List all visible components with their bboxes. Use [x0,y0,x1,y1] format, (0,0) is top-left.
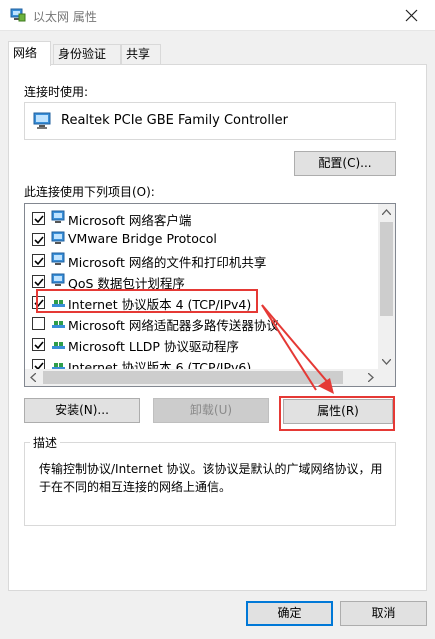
vertical-scroll-thumb[interactable] [380,222,393,316]
list-item[interactable]: Microsoft 网络的文件和打印机共享 [25,250,380,271]
protocol-icon [51,336,66,354]
list-item-label: Microsoft 网络适配器多路传送器协议 [68,318,279,333]
close-button[interactable] [389,0,435,31]
protocol-icon [51,315,66,333]
checkbox[interactable] [32,233,45,246]
tab-label: 共享 [126,47,151,61]
adapter-box: Realtek PCIe GBE Family Controller [24,102,396,140]
network-client-icon [51,252,66,270]
tab-label: 网络 [13,46,38,60]
uninstall-button[interactable]: 卸载(U) [153,398,269,423]
checkbox[interactable] [32,275,45,288]
list-item[interactable]: VMware Bridge Protocol [25,229,380,250]
window-title: 以太网 属性 [33,10,97,24]
description-group: 传输控制协议/Internet 协议。该协议是默认的广域网络协议，用于在不同的相… [24,442,396,526]
list-item[interactable]: Microsoft LLDP 协议驱动程序 [25,334,380,355]
checkbox[interactable] [32,254,45,267]
properties-highlight-box [279,396,395,431]
network-client-icon [51,210,66,228]
install-button[interactable]: 安装(N)... [24,398,140,423]
scroll-up-arrow-icon[interactable] [382,209,391,215]
close-icon [405,9,418,22]
tab-network[interactable]: 网络 [8,41,51,66]
checkbox[interactable] [32,338,45,351]
list-item[interactable]: Microsoft 网络适配器多路传送器协议 [25,313,380,334]
description-legend: 描述 [30,434,61,451]
list-item-label: VMware Bridge Protocol [68,231,217,246]
checkbox[interactable] [32,317,45,330]
network-icon [10,7,26,23]
scroll-left-arrow-icon[interactable] [30,373,36,382]
horizontal-scroll-thumb[interactable] [43,371,343,384]
network-client-icon [51,231,66,249]
cancel-button[interactable]: 取消 [340,601,427,626]
list-item-label: Microsoft 网络客户端 [68,213,192,228]
title-bar: 以太网 属性 [0,0,435,31]
configure-button[interactable]: 配置(C)... [294,151,396,176]
ok-button[interactable]: 确定 [246,601,333,626]
description-text: 传输控制协议/Internet 协议。该协议是默认的广域网络协议，用于在不同的相… [39,462,383,494]
tab-authentication[interactable]: 身份验证 [53,44,121,65]
tab-label: 身份验证 [58,47,107,61]
connect-using-label: 连接时使用: [24,85,89,99]
network-adapter-icon [33,112,53,133]
horizontal-scrollbar[interactable] [25,369,380,386]
checkbox[interactable] [32,212,45,225]
list-item-label: Microsoft LLDP 协议驱动程序 [68,339,239,354]
tab-sharing[interactable]: 共享 [121,44,161,65]
list-item[interactable]: Microsoft 网络客户端 [25,208,380,229]
scroll-down-arrow-icon[interactable] [382,359,391,365]
ipv4-highlight-box [36,289,258,313]
items-label: 此连接使用下列项目(O): [24,185,155,199]
scroll-right-arrow-icon[interactable] [368,373,374,382]
scrollbar-corner [378,369,395,386]
vertical-scrollbar[interactable] [378,204,395,371]
list-item-label: Microsoft 网络的文件和打印机共享 [68,255,267,270]
adapter-name: Realtek PCIe GBE Family Controller [61,113,288,128]
